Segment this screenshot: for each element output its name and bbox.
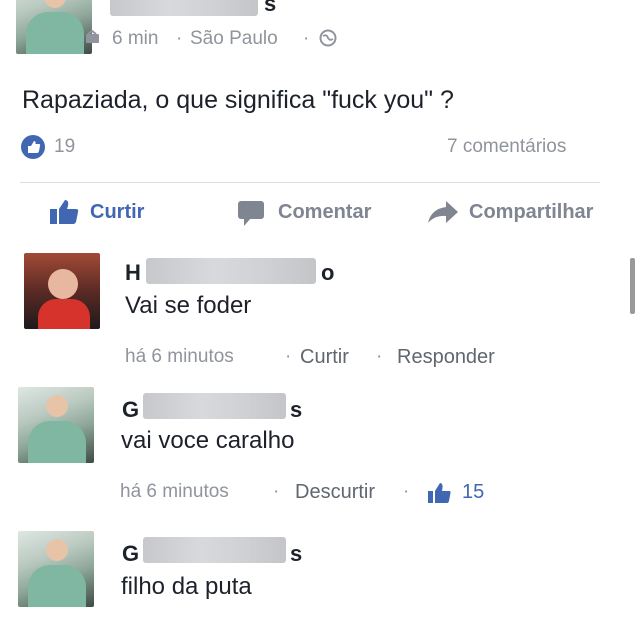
- meta-separator: ·: [176, 28, 183, 49]
- post-like-count[interactable]: 19: [54, 136, 75, 158]
- comment-text: Vai se foder: [125, 292, 252, 319]
- comment-time[interactable]: há 6 minutos: [125, 346, 234, 368]
- comment-like-icon: [426, 481, 452, 510]
- comment-button[interactable]: Comentar: [278, 201, 371, 224]
- globe-icon-small: [84, 28, 102, 51]
- meta-separator: ·: [303, 28, 310, 49]
- comment-text: vai voce caralho: [121, 427, 295, 454]
- meta-separator: ·: [285, 346, 292, 367]
- redacted-author-name: [110, 0, 258, 16]
- comment-author-name-start[interactable]: G: [122, 397, 139, 423]
- meta-separator: ·: [376, 346, 383, 367]
- post-author-name-end[interactable]: s: [264, 0, 276, 17]
- comment-author-name-start[interactable]: G: [122, 541, 139, 567]
- privacy-globe-icon: [318, 28, 338, 53]
- post-comment-count[interactable]: 7 comentários: [447, 136, 566, 158]
- meta-separator: ·: [403, 481, 410, 502]
- comment-avatar[interactable]: [18, 387, 94, 463]
- comment-avatar[interactable]: [24, 253, 100, 329]
- comment-time[interactable]: há 6 minutos: [120, 481, 229, 503]
- like-icon[interactable]: [48, 198, 80, 232]
- post-text: Rapaziada, o que significa "fuck you" ?: [22, 86, 454, 114]
- comment-like-button[interactable]: Curtir: [300, 346, 349, 369]
- like-button[interactable]: Curtir: [90, 201, 144, 224]
- post-location[interactable]: São Paulo: [190, 28, 278, 50]
- share-icon[interactable]: [426, 199, 460, 231]
- share-button[interactable]: Compartilhar: [469, 201, 593, 224]
- post-time[interactable]: 6 min: [112, 28, 158, 50]
- comment-author-name-end[interactable]: s: [290, 397, 302, 423]
- post-author-avatar[interactable]: [16, 0, 92, 54]
- like-reaction-icon: [20, 134, 46, 165]
- comment-author-name-end[interactable]: s: [290, 541, 302, 567]
- comment-author-name-start[interactable]: H: [125, 260, 141, 286]
- comment-unlike-button[interactable]: Descurtir: [295, 481, 375, 504]
- scrollbar[interactable]: [630, 258, 635, 314]
- redacted-author-name: [143, 393, 286, 419]
- redacted-author-name: [146, 258, 316, 284]
- divider: [20, 182, 600, 183]
- meta-separator: ·: [273, 481, 280, 502]
- comment-text: filho da puta: [121, 573, 252, 600]
- redacted-author-name: [143, 537, 286, 563]
- comment-like-count[interactable]: 15: [462, 481, 484, 504]
- comment-icon[interactable]: [236, 199, 266, 233]
- comment-avatar[interactable]: [18, 531, 94, 607]
- comment-reply-button[interactable]: Responder: [397, 346, 495, 369]
- comment-author-name-end[interactable]: o: [321, 260, 334, 286]
